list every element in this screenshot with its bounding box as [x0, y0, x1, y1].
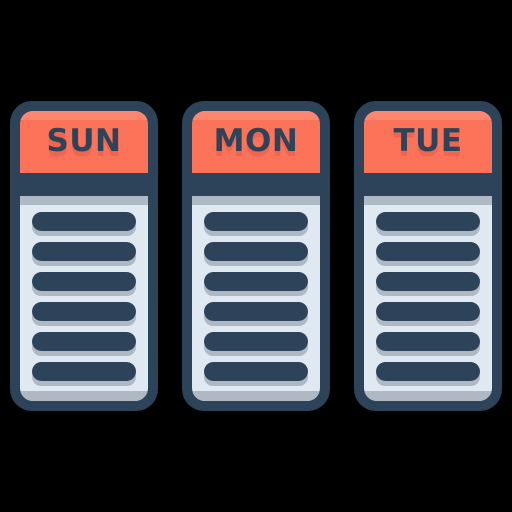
day-card-header: MON [192, 111, 320, 173]
sheet-top-edge [20, 196, 148, 205]
ruled-line-bar [32, 332, 136, 351]
ruled-line [32, 211, 136, 241]
ruled-line-bar [376, 212, 480, 231]
ruled-line [204, 271, 308, 301]
ruled-line-bar [204, 362, 308, 381]
ruled-line-bar [32, 272, 136, 291]
day-card-tue[interactable]: TUE [354, 101, 502, 411]
sheet-top-edge [364, 196, 492, 205]
ruled-line-bar [376, 332, 480, 351]
ruled-line-bar [32, 212, 136, 231]
day-card-sun[interactable]: SUN [10, 101, 158, 411]
ruled-line [204, 301, 308, 331]
ruled-lines-group [20, 205, 148, 401]
ruled-line [376, 361, 480, 391]
ruled-line [376, 271, 480, 301]
ruled-line-bar [32, 362, 136, 381]
day-label: MON [213, 122, 299, 159]
ruled-line-bar [376, 242, 480, 261]
ruled-line-bar [204, 332, 308, 351]
ruled-line [32, 301, 136, 331]
ruled-line [32, 331, 136, 361]
ruled-line-bar [204, 302, 308, 321]
ruled-line-bar [204, 242, 308, 261]
ruled-line [32, 241, 136, 271]
ruled-line [204, 331, 308, 361]
sheet-bottom-edge [364, 391, 492, 401]
day-card-header: SUN [20, 111, 148, 173]
day-card-header: TUE [364, 111, 492, 173]
ruled-line [32, 271, 136, 301]
day-cards-row: SUN MON TUE [0, 0, 512, 512]
ruled-line-bar [376, 362, 480, 381]
ruled-line [376, 331, 480, 361]
ruled-line [204, 211, 308, 241]
header-body-divider [364, 173, 492, 196]
sheet-bottom-edge [20, 391, 148, 401]
ruled-line-bar [204, 272, 308, 291]
ruled-line-bar [32, 242, 136, 261]
day-card-body [364, 196, 492, 401]
day-label: SUN [46, 122, 122, 159]
sheet-top-edge [192, 196, 320, 205]
ruled-line [376, 211, 480, 241]
ruled-line-bar [204, 212, 308, 231]
sheet-bottom-edge [192, 391, 320, 401]
ruled-line [204, 241, 308, 271]
ruled-line [376, 241, 480, 271]
ruled-lines-group [364, 205, 492, 401]
ruled-line-bar [32, 302, 136, 321]
header-body-divider [20, 173, 148, 196]
day-card-body [20, 196, 148, 401]
ruled-line [204, 361, 308, 391]
day-card-body [192, 196, 320, 401]
header-body-divider [192, 173, 320, 196]
ruled-line-bar [376, 302, 480, 321]
day-label: TUE [393, 122, 463, 159]
ruled-line [32, 361, 136, 391]
ruled-line-bar [376, 272, 480, 291]
ruled-lines-group [192, 205, 320, 401]
day-card-mon[interactable]: MON [182, 101, 330, 411]
icon-canvas: SUN MON TUE [0, 0, 512, 512]
ruled-line [376, 301, 480, 331]
